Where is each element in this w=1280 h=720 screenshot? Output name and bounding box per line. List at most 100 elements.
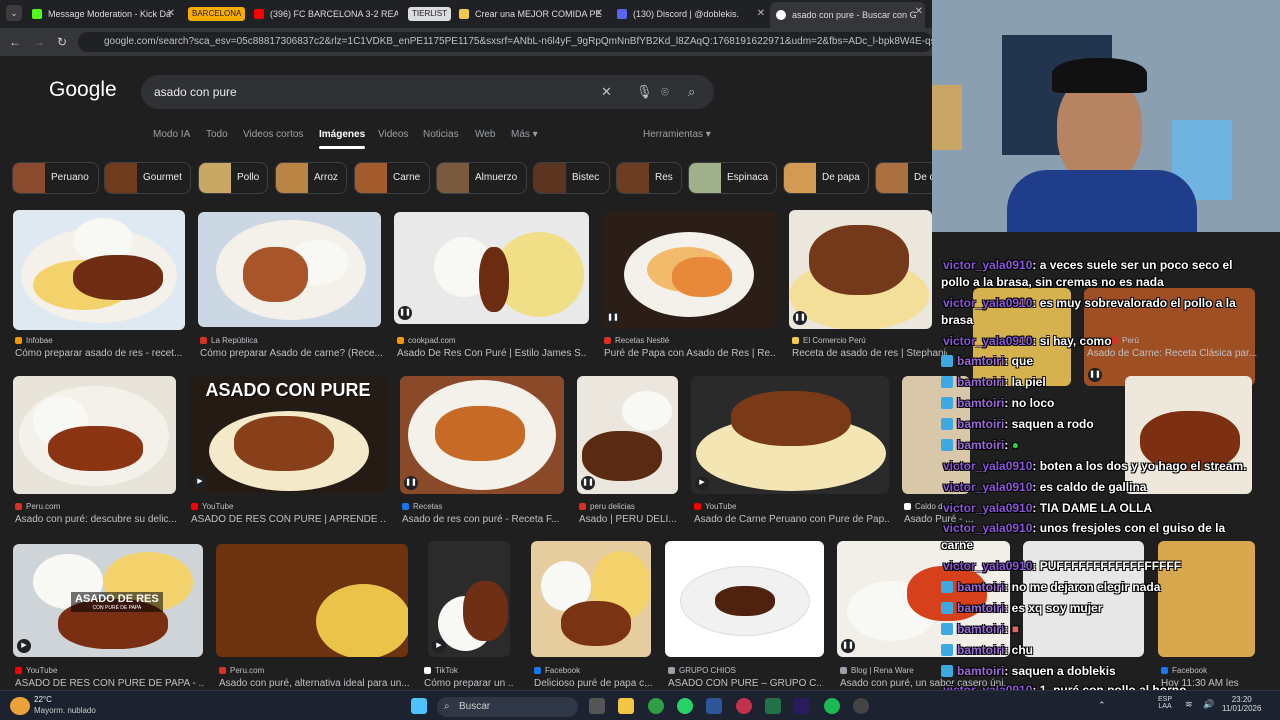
close-tab-icon[interactable]: ✕ [595, 8, 603, 19]
chip-peruano[interactable]: Peruano [12, 162, 99, 194]
tab-kick-moderation[interactable]: Message Moderation - Kick Da ✕ [32, 4, 177, 24]
tab-search-icon[interactable]: ⌄ [6, 5, 22, 21]
result-source[interactable]: YouTube [694, 502, 736, 511]
obs-icon[interactable] [853, 698, 869, 714]
result-source[interactable]: El Comercio Perú [792, 336, 866, 345]
image-result[interactable]: ❚❚ [577, 376, 678, 494]
close-tab-icon[interactable]: ✕ [915, 6, 923, 17]
task-view-icon[interactable] [589, 698, 605, 714]
result-source[interactable]: Blog | Rena Ware [840, 666, 914, 675]
result-source[interactable]: La República [200, 336, 258, 345]
image-result[interactable] [198, 212, 381, 327]
excel-icon[interactable] [765, 698, 781, 714]
result-source[interactable]: GRUPO CHIOS [668, 666, 736, 675]
weather-icon[interactable] [10, 697, 30, 715]
result-title[interactable]: Cómo preparar un ... [424, 678, 514, 689]
result-source[interactable]: Peru.com [219, 666, 264, 675]
search-input[interactable]: asado con pure [154, 85, 237, 99]
chip-arroz[interactable]: Arroz [275, 162, 347, 194]
tab-noticias[interactable]: Noticias [423, 129, 459, 140]
tab-videos[interactable]: Videos [378, 129, 408, 140]
result-title[interactable]: Asado De Res Con Puré | Estilo James S..… [397, 348, 587, 359]
image-result[interactable] [665, 541, 824, 657]
close-tab-icon[interactable]: ✕ [167, 8, 175, 19]
result-source[interactable]: cookpad.com [397, 336, 456, 345]
chip-carne[interactable]: Carne [354, 162, 430, 194]
result-title[interactable]: Asado con puré: descubre su delic... [15, 514, 180, 525]
weather-desc[interactable]: Mayorm. nublado [34, 706, 96, 715]
result-title[interactable]: Receta de asado de res | Stephanie... [792, 348, 947, 359]
volume-icon[interactable]: 🔊 [1203, 699, 1214, 710]
premiere-icon[interactable] [794, 698, 810, 714]
word-icon[interactable] [706, 698, 722, 714]
image-result[interactable]: ▶ [691, 376, 889, 494]
address-bar[interactable]: google.com/search?sca_esv=05c88817306837… [78, 32, 933, 52]
chip-espinaca[interactable]: Espinaca [688, 162, 777, 194]
search-icon[interactable]: ⌕ [688, 84, 695, 100]
google-logo[interactable]: Google [49, 78, 117, 102]
tab-group-tierlist[interactable]: TIERLIST [408, 7, 452, 21]
result-source[interactable]: YouTube [15, 666, 57, 675]
camera-search-icon[interactable]: ⌾ [661, 84, 669, 100]
tools-button[interactable]: Herramientas ▾ [643, 129, 711, 140]
chip-de-c[interactable]: De c [875, 162, 932, 194]
clock[interactable]: 23:20 11/01/2026 [1222, 695, 1261, 713]
clear-icon[interactable]: ✕ [601, 84, 612, 100]
tab-web[interactable]: Web [475, 129, 495, 140]
tab-todo[interactable]: Todo [206, 129, 228, 140]
image-result[interactable]: ❚❚ [602, 212, 776, 329]
image-result[interactable]: ❚❚ [789, 210, 932, 329]
weather-temp[interactable]: 22°C [34, 695, 52, 704]
chip-almuerzo[interactable]: Almuerzo [436, 162, 527, 194]
result-title[interactable]: Puré de Papa con Asado de Res | Re... [604, 348, 776, 359]
chrome-icon[interactable] [648, 698, 664, 714]
result-title[interactable]: Asado con puré, alternativa ideal para u… [219, 678, 409, 689]
forward-arrow-icon[interactable]: → [33, 35, 45, 49]
image-result[interactable] [216, 544, 408, 657]
tab-videos-cortos[interactable]: Videos cortos [243, 129, 303, 140]
result-source[interactable]: Recetas [402, 502, 442, 511]
result-title[interactable]: ASADO DE RES CON PURÉ DE PAPA - ... [15, 678, 205, 689]
result-title[interactable]: ASADO DE RES CON PURE | APRENDE ... [191, 514, 387, 525]
image-result[interactable]: ASADO CON PURE ▶ [189, 376, 387, 493]
tab-modo-ia[interactable]: Modo IA [153, 129, 190, 140]
result-source[interactable]: Recetas Nestlé [604, 336, 669, 345]
result-source[interactable]: Facebook [534, 666, 580, 675]
result-source[interactable]: Infobae [15, 336, 53, 345]
result-source[interactable]: Peru.com [15, 502, 60, 511]
tab-tierlist-food[interactable]: Crear una MEJOR COMIDA PE ✕ [459, 4, 605, 24]
result-title[interactable]: ASADO CON PURÉ – GRUPO C... [668, 678, 823, 689]
image-result[interactable]: ASADO DE RES CON PURÉ DE PAPA ▶ [13, 544, 203, 657]
result-title[interactable]: Asado de res con puré - Receta F... [402, 514, 564, 525]
image-result[interactable] [13, 376, 176, 494]
image-result[interactable] [13, 210, 185, 330]
microphone-icon[interactable]: 🎙 [636, 84, 653, 100]
reload-icon[interactable]: ↻ [57, 35, 67, 49]
wifi-icon[interactable]: ≋ [1185, 699, 1193, 710]
result-title[interactable]: Asado | PERU DELI... [579, 514, 679, 525]
chip-gourmet[interactable]: Gourmet [104, 162, 191, 194]
chip-res[interactable]: Res [616, 162, 682, 194]
chip-bistec[interactable]: Bistec [533, 162, 610, 194]
file-explorer-icon[interactable] [618, 698, 634, 714]
whatsapp-icon[interactable] [677, 698, 693, 714]
result-title[interactable]: Asado de Carne Peruano con Pure de Pap..… [694, 514, 889, 525]
close-tab-icon[interactable]: ✕ [757, 8, 765, 19]
tab-google-search[interactable]: asado con pure - Buscar con G ✕ [770, 2, 925, 28]
tab-imagenes[interactable]: Imágenes [319, 129, 366, 149]
result-source[interactable]: TikTok [424, 666, 458, 675]
tab-discord[interactable]: (130) Discord | @doblekis. ✕ [617, 4, 767, 24]
spotify-icon[interactable] [824, 698, 840, 714]
tray-chevron-icon[interactable]: ⌃ [1098, 700, 1106, 711]
result-source[interactable]: peru delicias [579, 502, 635, 511]
language-indicator[interactable]: ESP LAA [1158, 696, 1172, 710]
search-box[interactable]: asado con pure ✕ 🎙 ⌾ ⌕ [141, 75, 714, 109]
image-result[interactable] [531, 541, 651, 657]
back-arrow-icon[interactable]: ← [9, 35, 21, 49]
image-result[interactable]: ❚❚ [394, 212, 589, 324]
tab-mas[interactable]: Más ▾ [511, 129, 538, 140]
chip-de-papa[interactable]: De papa [783, 162, 869, 194]
taskbar-search[interactable]: ⌕ Buscar [437, 697, 578, 717]
chip-pollo[interactable]: Pollo [198, 162, 268, 194]
image-result[interactable]: ❚❚ [400, 376, 564, 494]
